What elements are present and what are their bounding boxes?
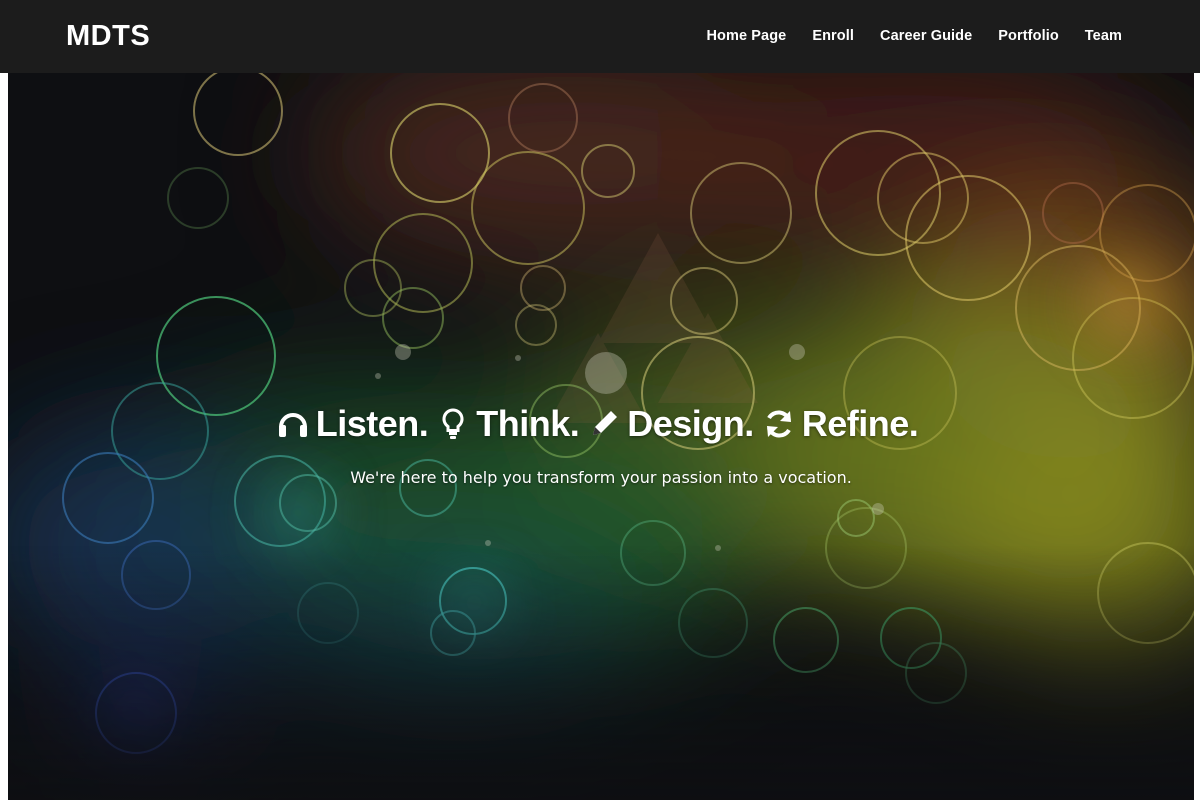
- nav-menu: Home Page Enroll Career Guide Portfolio …: [706, 28, 1122, 44]
- headline-word-listen: Listen.: [315, 403, 429, 444]
- nav-link-home-page[interactable]: Home Page: [706, 28, 786, 44]
- headline-word-design: Design.: [627, 403, 754, 444]
- hero-tagline: We're here to help you transform your pa…: [350, 468, 852, 487]
- hero-content: Listen. Think. Design. Refine. We're her…: [8, 403, 1194, 487]
- headphones-icon: [276, 407, 310, 441]
- nav-link-team[interactable]: Team: [1085, 28, 1122, 44]
- brand-logo[interactable]: MDTS: [66, 20, 150, 53]
- navbar: MDTS Home Page Enroll Career Guide Portf…: [0, 0, 1200, 73]
- pencil-icon: [587, 407, 621, 441]
- hero-headline: Listen. Think. Design. Refine.: [276, 403, 927, 445]
- nav-link-enroll[interactable]: Enroll: [812, 28, 854, 44]
- refresh-icon: [762, 407, 796, 441]
- nav-link-portfolio[interactable]: Portfolio: [998, 28, 1059, 44]
- lightbulb-icon: [436, 407, 470, 441]
- nav-link-career-guide[interactable]: Career Guide: [880, 28, 972, 44]
- headline-word-think: Think.: [476, 403, 580, 444]
- headline-word-refine: Refine.: [801, 403, 919, 444]
- hero-section: Listen. Think. Design. Refine. We're her…: [8, 73, 1194, 800]
